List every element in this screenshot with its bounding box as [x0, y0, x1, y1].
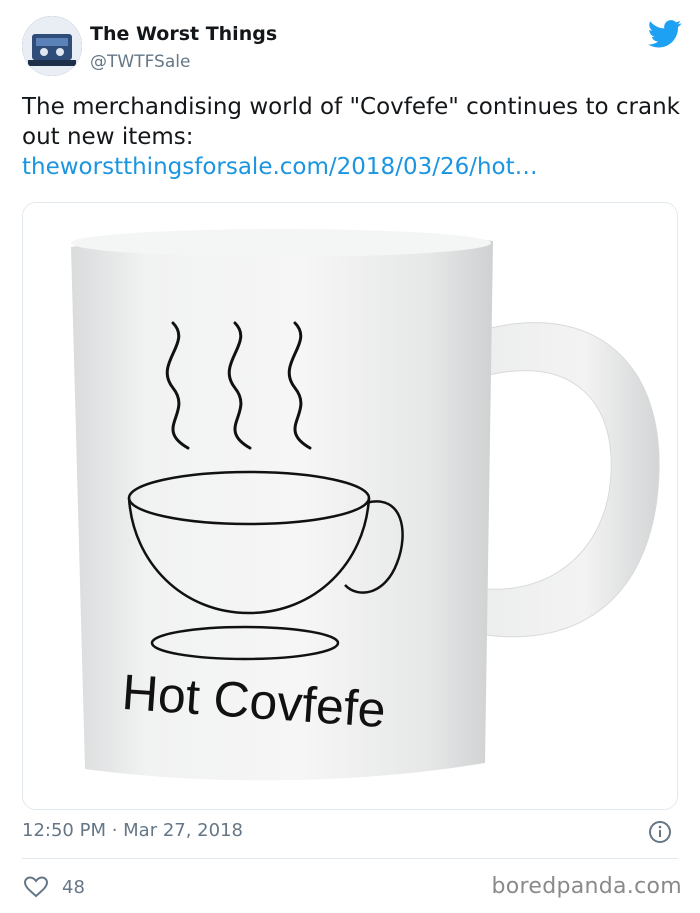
tweet-image[interactable]: Hot Covfefe	[22, 202, 678, 810]
like-count: 48	[62, 876, 85, 898]
tweet-timestamp[interactable]: 12:50 PM · Mar 27, 2018	[22, 820, 243, 841]
info-icon[interactable]	[648, 820, 672, 844]
tweet-header: The Worst Things @TWTFSale	[22, 14, 682, 80]
twitter-bird-icon[interactable]	[648, 20, 682, 48]
author-name[interactable]: The Worst Things	[90, 23, 277, 45]
tweet-body: The merchandising world of "Covfefe" con…	[22, 94, 680, 150]
avatar[interactable]	[22, 16, 82, 76]
heart-icon[interactable]	[24, 876, 48, 898]
watermark: boredpanda.com	[491, 874, 682, 899]
tweet-text: The merchandising world of "Covfefe" con…	[22, 92, 682, 182]
author-handle[interactable]: @TWTFSale	[90, 52, 190, 72]
tweet-link[interactable]: theworstthingsforsale.com/2018/03/26/hot…	[22, 152, 682, 182]
divider	[22, 858, 678, 859]
like-action[interactable]: 48	[24, 874, 85, 900]
